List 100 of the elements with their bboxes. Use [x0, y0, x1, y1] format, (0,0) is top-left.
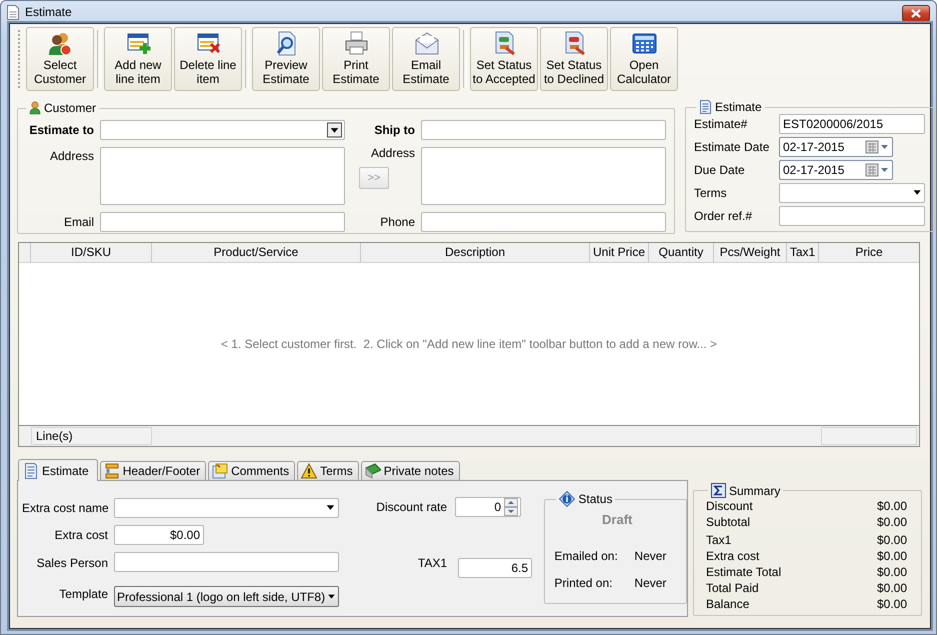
- summary-value: $0.00: [876, 514, 907, 530]
- column-header[interactable]: ID/SKU: [31, 243, 152, 263]
- template-dropdown[interactable]: Professional 1 (logo on left side, UTF8): [114, 586, 339, 607]
- column-header[interactable]: Price: [819, 243, 919, 263]
- toolbar-button[interactable]: Set Status to Declined: [540, 27, 608, 91]
- summary-label: Tax1: [706, 532, 732, 548]
- toolbar-button[interactable]: Add new line item: [104, 27, 172, 91]
- toolbar-button[interactable]: Email Estimate: [392, 27, 460, 91]
- caret-icon: [327, 122, 342, 138]
- spin-arrows-icon: [504, 498, 518, 516]
- empty-message: < 1. Select customer first. 2. Click on "Add new line item" toolbar button to add a new row... >: [220, 337, 718, 351]
- column-header[interactable]: Quantity: [649, 243, 714, 263]
- toolbar-button[interactable]: Open Calculator: [610, 27, 678, 91]
- sigma-icon: [711, 483, 726, 498]
- status-date: Never: [634, 549, 668, 563]
- status-label: Emailed on:: [554, 549, 619, 563]
- calendar-icon: [865, 163, 889, 177]
- summary-label: Extra cost: [706, 548, 760, 564]
- group-title: Customer: [44, 101, 96, 115]
- dropdown-field[interactable]: [100, 120, 345, 140]
- printer-icon: [344, 31, 368, 56]
- input-field[interactable]: $0.00: [114, 525, 204, 545]
- column-header[interactable]: Pcs/Weight: [714, 243, 787, 263]
- summary-label: Subtotal: [706, 514, 750, 530]
- address-field[interactable]: [100, 147, 345, 205]
- summary-label: Estimate Total: [706, 564, 782, 580]
- field-label: Ship to: [373, 123, 416, 137]
- summary-value: $0.00: [876, 580, 907, 596]
- field-label: Due Date: [694, 163, 746, 177]
- document-icon: [7, 4, 19, 20]
- toolbar-button[interactable]: Preview Estimate: [252, 27, 320, 91]
- field-label: Order ref.#: [694, 209, 754, 223]
- date-field[interactable]: 02-17-2015: [779, 137, 893, 157]
- summary-value: $0.00: [876, 596, 907, 612]
- dropdown-field[interactable]: [114, 498, 339, 518]
- summary-value: $0.00: [876, 564, 907, 580]
- summary-value: $0.00: [876, 498, 907, 514]
- customers-icon: [48, 31, 72, 56]
- delete-row-icon: [196, 31, 220, 56]
- field-label: Terms: [694, 186, 728, 200]
- close-button[interactable]: [902, 4, 930, 22]
- tab[interactable]: Private notes: [360, 461, 460, 480]
- summary-value: $0.00: [876, 532, 907, 548]
- field-label: Template: [58, 587, 109, 601]
- column-header[interactable]: Description: [361, 243, 590, 263]
- field-label: Email: [62, 215, 95, 229]
- column-header[interactable]: Product/Service: [152, 243, 361, 263]
- group-title: Status: [578, 492, 612, 506]
- summary-label: Balance: [706, 596, 750, 612]
- field-label: Estimate to: [28, 123, 95, 137]
- date-field[interactable]: 02-17-2015: [779, 160, 893, 180]
- group-title: Summary: [729, 484, 780, 498]
- spin-field[interactable]: 0: [455, 497, 521, 517]
- status-value: Draft: [601, 512, 634, 527]
- field-label: Sales Person: [36, 556, 109, 570]
- document-icon: [699, 100, 712, 114]
- tab[interactable]: Estimate: [18, 459, 98, 481]
- input-field[interactable]: [114, 552, 339, 572]
- header-cell: [19, 243, 31, 263]
- tab[interactable]: Header/Footer: [100, 461, 206, 480]
- toolbar-button[interactable]: Print Estimate: [322, 27, 390, 91]
- field-label: Discount rate: [375, 500, 448, 514]
- address-field[interactable]: [421, 147, 666, 205]
- input-field[interactable]: [100, 212, 345, 232]
- toolbar-button[interactable]: Delete line item: [174, 27, 242, 91]
- line-count: Line(s): [31, 427, 152, 445]
- input-field[interactable]: EST0200006/2015: [779, 114, 925, 134]
- status-date: Never: [634, 576, 668, 590]
- notes-icon: [212, 463, 228, 479]
- dropdown-field[interactable]: [779, 183, 925, 203]
- input-field[interactable]: [779, 206, 925, 226]
- field-label: Estimate#: [694, 117, 748, 131]
- summary-label: Discount: [706, 498, 753, 514]
- calculator-icon: [632, 31, 656, 56]
- toolbar-button[interactable]: Set Status to Accepted: [470, 27, 538, 91]
- field-label: Extra cost name: [22, 501, 110, 515]
- field-label: Address: [48, 149, 95, 163]
- column-header[interactable]: Tax1: [787, 243, 819, 263]
- warning-icon: [301, 463, 318, 479]
- field-label: Phone: [379, 215, 416, 229]
- tab[interactable]: Comments: [208, 461, 296, 480]
- input-field[interactable]: [421, 120, 666, 140]
- window-title: Estimate: [25, 5, 73, 19]
- envelope-icon: [414, 31, 438, 56]
- field-label: Extra cost: [54, 528, 109, 542]
- group-title: Estimate: [715, 100, 762, 114]
- close-icon: [911, 8, 921, 18]
- summary-value: $0.00: [876, 548, 907, 564]
- status-label: Printed on:: [554, 576, 614, 590]
- calendar-icon: [865, 140, 889, 154]
- tab[interactable]: Terms: [297, 461, 359, 480]
- toolbar-button[interactable]: Select Customer: [26, 27, 94, 91]
- input-field[interactable]: [421, 212, 666, 232]
- column-header[interactable]: Unit Price: [590, 243, 649, 263]
- summary-label: Total Paid: [706, 580, 759, 596]
- input-field[interactable]: 6.5: [458, 558, 532, 578]
- info-icon: [559, 491, 576, 507]
- field-label: TAX1: [416, 556, 448, 570]
- person-icon: [29, 101, 41, 115]
- layout-icon: [104, 463, 120, 479]
